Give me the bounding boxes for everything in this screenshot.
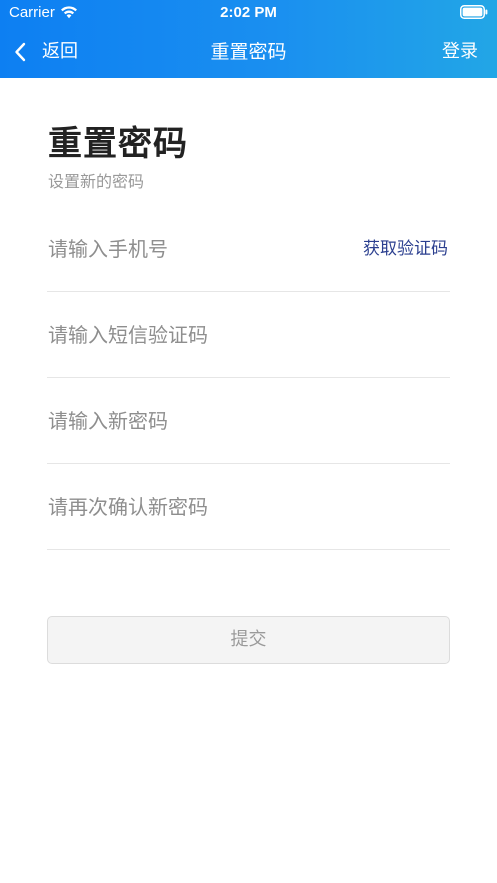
confirm-password-field [47, 464, 450, 550]
login-button[interactable]: 登录 [442, 40, 478, 64]
page-title: 重置密码 [48, 124, 188, 164]
phone-field: 获取验证码 [47, 206, 450, 292]
phone-input[interactable] [48, 206, 348, 292]
confirm-password-input[interactable] [48, 464, 348, 550]
submit-button[interactable]: 提交 [47, 616, 450, 664]
new-password-input[interactable] [48, 378, 348, 464]
page-subtitle: 设置新的密码 [48, 172, 145, 191]
new-password-field [47, 378, 450, 464]
sms-code-field [47, 292, 450, 378]
get-code-button[interactable]: 获取验证码 [363, 237, 448, 261]
status-bar: Carrier 2:02 PM [0, 0, 497, 26]
battery-icon [460, 5, 488, 19]
nav-title: 重置密码 [210, 41, 287, 63]
navigation-bar: 返回 重置密码 登录 [0, 26, 497, 78]
sms-code-input[interactable] [48, 292, 348, 378]
app-header: Carrier 2:02 PM 返回 重置密码 登录 [0, 0, 497, 78]
status-time: 2:02 PM [220, 4, 277, 21]
